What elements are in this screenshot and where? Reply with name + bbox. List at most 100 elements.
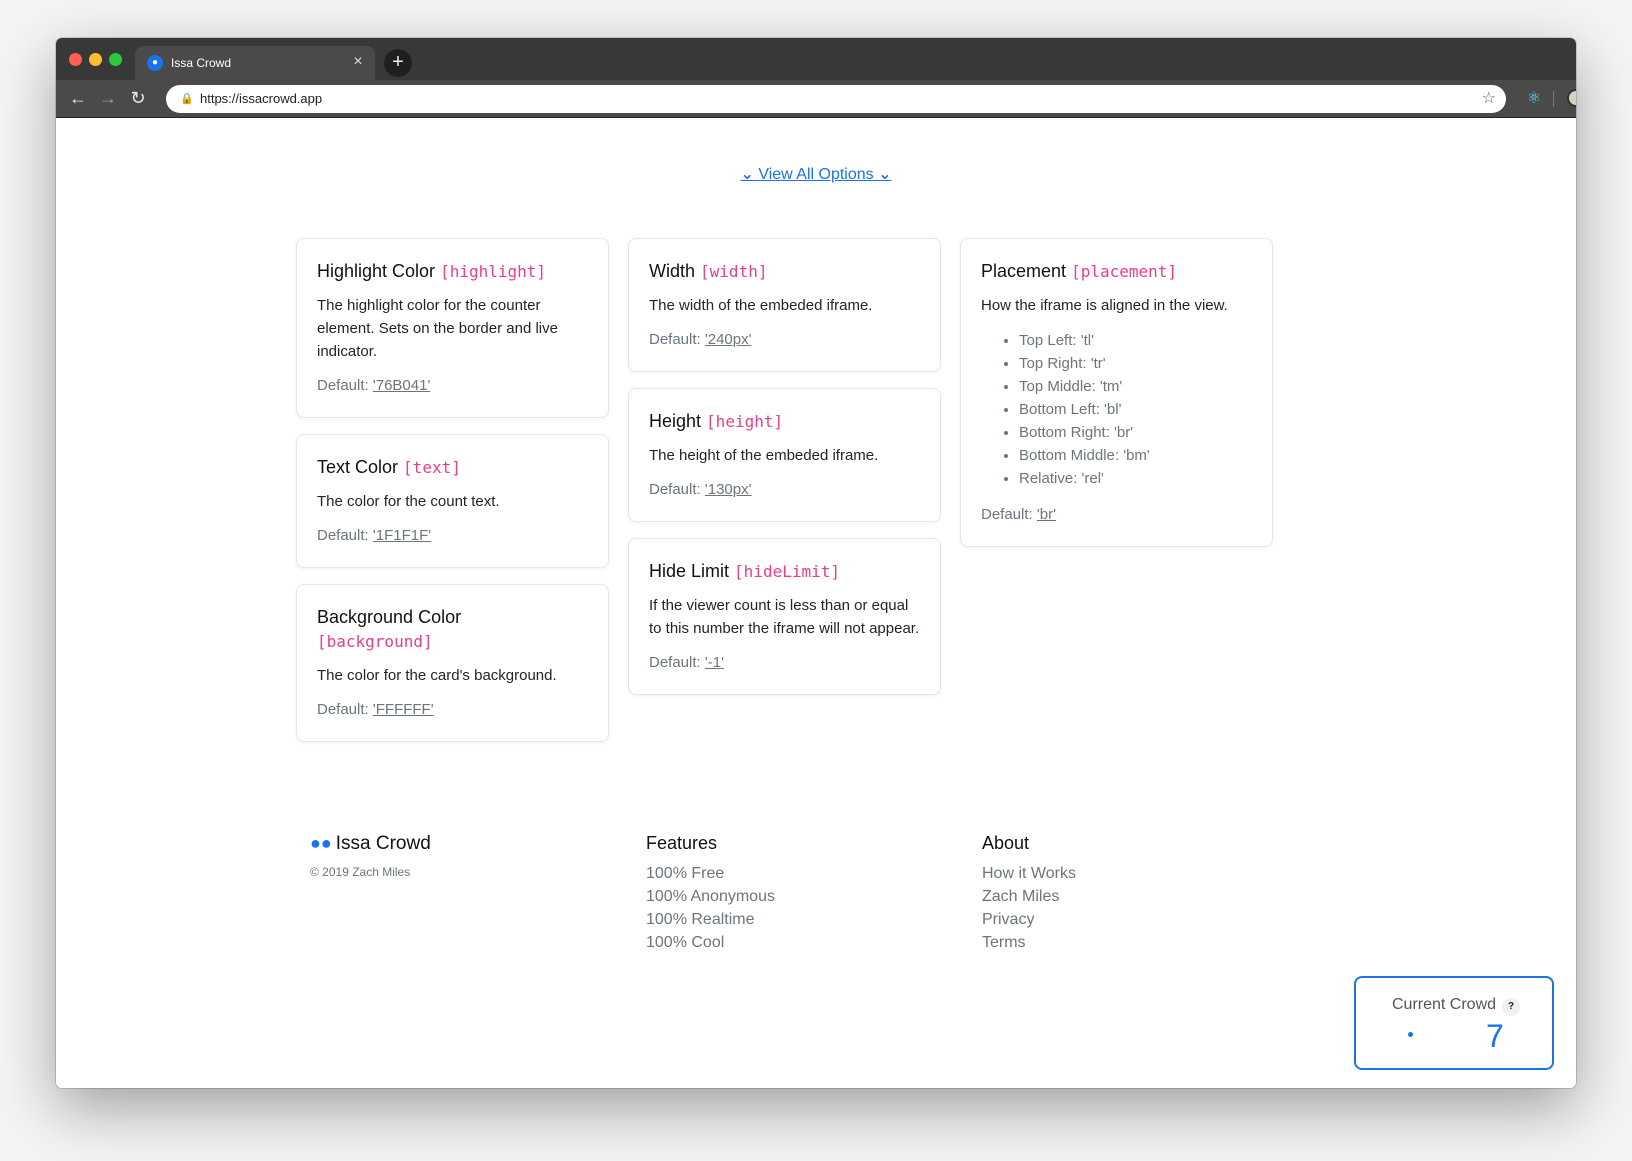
minimize-window-button[interactable] (89, 53, 102, 66)
footer-link[interactable]: Terms (982, 931, 1076, 954)
footer-link[interactable]: 100% Cool (646, 931, 775, 954)
card-description: If the viewer count is less than or equa… (649, 597, 920, 637)
footer-link[interactable]: How it Works (982, 862, 1076, 885)
footer-link[interactable]: 100% Free (646, 862, 775, 885)
forward-arrow-icon[interactable]: → (96, 86, 120, 110)
card-title-text: Text Color (317, 457, 399, 477)
default-value: '130px' (704, 481, 752, 498)
help-icon[interactable]: ? (1502, 998, 1520, 1016)
card-title: Background Color [background] (317, 605, 588, 654)
card-default: Default: '130px' (649, 479, 920, 501)
default-label: Default: (981, 506, 1033, 523)
toolbar-divider (1553, 91, 1554, 107)
chevron-down-icon: ⌄ (740, 166, 754, 183)
card-title-text: Background Color (317, 607, 462, 627)
live-indicator (1408, 1032, 1413, 1037)
card-code: [placement] (1071, 262, 1178, 281)
address-bar[interactable]: 🔒 https://issacrowd.app ☆ (166, 85, 1506, 113)
url-text: https://issacrowd.app (200, 91, 323, 106)
option-card-text: Text Color [text] The color for the coun… (296, 434, 609, 568)
brand-name: Issa Crowd (335, 833, 431, 854)
maximize-window-button[interactable] (109, 53, 122, 66)
card-title-text: Hide Limit (649, 561, 730, 581)
view-all-options-label: View All Options (758, 166, 874, 183)
card-description: The height of the embeded iframe. (649, 447, 879, 464)
tab-title: Issa Crowd (171, 56, 232, 70)
footer-features: Features 100% Free 100% Anonymous 100% R… (646, 830, 775, 954)
default-value: '240px' (704, 331, 752, 348)
footer-link[interactable]: Zach Miles (982, 885, 1076, 908)
default-value: '1F1F1F' (372, 527, 432, 544)
card-description: The highlight color for the counter elem… (317, 297, 558, 360)
default-value: 'FFFFFF' (372, 701, 434, 718)
users-icon: ●● (310, 833, 332, 853)
default-label: Default: (317, 701, 369, 718)
browser-toolbar: ← → ↻ 🔒 https://issacrowd.app ☆ ⚛ ⋮ (56, 80, 1576, 118)
option-card-background: Background Color [background] The color f… (296, 584, 609, 742)
list-item: Relative: 'rel' (1019, 467, 1252, 490)
copyright: © 2019 Zach Miles (310, 865, 411, 879)
view-all-options-link[interactable]: ⌄ View All Options ⌄ (740, 166, 891, 183)
card-title: Placement [placement] (981, 259, 1252, 284)
default-label: Default: (649, 654, 701, 671)
default-value: 'br' (1036, 506, 1056, 523)
placement-options-list: Top Left: 'tl' Top Right: 'tr' Top Middl… (981, 329, 1252, 490)
close-window-button[interactable] (69, 53, 82, 66)
card-default: Default: '1F1F1F' (317, 525, 588, 547)
list-item: Bottom Middle: 'bm' (1019, 444, 1252, 467)
chevron-down-icon: ⌄ (878, 166, 892, 183)
footer-heading-features: Features (646, 833, 718, 853)
title-bar: ● Issa Crowd × + (56, 38, 1576, 80)
back-arrow-icon[interactable]: ← (66, 86, 90, 110)
list-item: Bottom Right: 'br' (1019, 421, 1252, 444)
card-default: Default: 'FFFFFF' (317, 699, 588, 721)
card-title-text: Placement (981, 261, 1067, 281)
list-item: Top Left: 'tl' (1019, 329, 1252, 352)
bookmark-star-icon[interactable]: ☆ (1482, 88, 1496, 108)
footer-link[interactable]: 100% Anonymous (646, 885, 775, 908)
default-label: Default: (317, 377, 369, 394)
card-code: [background] (317, 632, 433, 651)
card-code: [width] (700, 262, 768, 281)
card-title: Height [height] (649, 409, 920, 434)
card-description: The color for the count text. (317, 493, 500, 510)
default-label: Default: (649, 481, 701, 498)
footer-link[interactable]: 100% Realtime (646, 908, 775, 931)
view-all-options: ⌄ View All Options ⌄ (56, 164, 1576, 184)
page-content: ⌄ View All Options ⌄ Highlight Color [hi… (56, 118, 1576, 1088)
tab-close-icon[interactable]: × (349, 53, 367, 71)
card-title-text: Width (649, 261, 696, 281)
crowd-count: 7 (1486, 1018, 1504, 1054)
footer-logo[interactable]: ●● Issa Crowd (310, 830, 431, 857)
crowd-label: Current Crowd (1392, 996, 1497, 1013)
card-description: The color for the card's background. (317, 667, 557, 684)
default-value: '76B041' (372, 377, 431, 394)
card-title: Width [width] (649, 259, 920, 284)
card-default: Default: '76B041' (317, 375, 588, 397)
card-default: Default: '240px' (649, 329, 920, 351)
card-title: Hide Limit [hideLimit] (649, 559, 920, 584)
new-tab-button[interactable]: + (384, 49, 412, 77)
current-crowd-widget[interactable]: Current Crowd ? 7 (1354, 976, 1554, 1070)
option-card-placement: Placement [placement] How the iframe is … (960, 238, 1273, 547)
footer-about: About How it Works Zach Miles Privacy Te… (982, 830, 1076, 954)
card-description: How the iframe is aligned in the view. (981, 297, 1228, 314)
footer-brand: ●● Issa Crowd © 2019 Zach Miles (310, 830, 431, 879)
option-card-width: Width [width] The width of the embeded i… (628, 238, 941, 372)
browser-window: ● Issa Crowd × + ← → ↻ 🔒 https://issacro… (56, 38, 1576, 1088)
default-label: Default: (317, 527, 369, 544)
profile-avatar-icon[interactable] (1566, 89, 1576, 109)
react-devtools-icon[interactable]: ⚛ (1524, 89, 1544, 109)
card-title-text: Height (649, 411, 702, 431)
browser-tab[interactable]: ● Issa Crowd × (135, 46, 375, 80)
card-title: Text Color [text] (317, 455, 588, 480)
footer-heading-about: About (982, 833, 1030, 853)
list-item: Top Middle: 'tm' (1019, 375, 1252, 398)
card-default: Default: 'br' (981, 504, 1252, 526)
reload-icon[interactable]: ↻ (126, 86, 150, 110)
card-title-text: Highlight Color (317, 261, 436, 281)
card-code: [text] (403, 458, 461, 477)
footer-link[interactable]: Privacy (982, 908, 1076, 931)
default-label: Default: (649, 331, 701, 348)
favicon-icon: ● (147, 55, 163, 71)
